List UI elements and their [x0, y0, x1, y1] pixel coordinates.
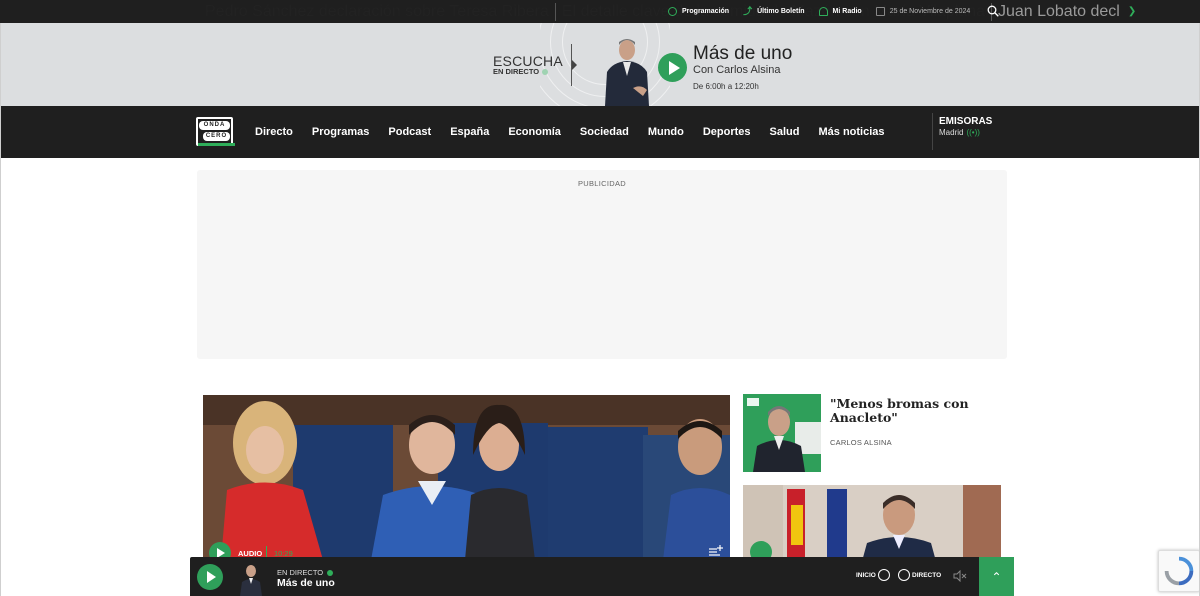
logo-underline	[198, 143, 235, 146]
player-directo-button[interactable]: DIRECTO	[898, 569, 941, 581]
host-photo	[605, 39, 649, 106]
ad-slot: PUBLICIDAD	[197, 170, 1007, 359]
emisoras-city[interactable]: Madrid ((•))	[939, 128, 980, 137]
live-program-title[interactable]: Más de uno	[693, 43, 792, 65]
expand-player-icon[interactable]: ⌃	[979, 557, 1014, 596]
ad-label: PUBLICIDAD	[577, 179, 626, 188]
nav-item-podcast[interactable]: Podcast	[388, 126, 431, 138]
logo-onda-icon: ONDA	[199, 121, 230, 130]
onda-cero-logo[interactable]: ONDA CERO	[196, 117, 235, 146]
live-dot-icon	[542, 68, 549, 75]
side-article-author[interactable]: CARLOS ALSINA	[830, 438, 892, 447]
nav-item-mas-noticias[interactable]: Más noticias	[819, 126, 885, 138]
page-border	[0, 23, 1, 596]
player-play-button[interactable]	[197, 564, 223, 590]
search-icon[interactable]	[987, 5, 999, 17]
add-to-playlist-icon[interactable]	[708, 544, 724, 557]
live-program-schedule: De 6:00h a 12:20h	[693, 82, 759, 91]
ultimo-boletin-label: Último Boletín	[757, 8, 805, 15]
nav-item-espana[interactable]: España	[450, 126, 489, 138]
signal-icon: ⤴	[743, 6, 753, 16]
player-inicio-button[interactable]: INICIO	[856, 569, 890, 581]
calendar-icon	[875, 7, 885, 16]
programacion-link[interactable]: Programación	[668, 7, 729, 16]
live-dot-icon	[327, 569, 334, 576]
live-program-host: Con Carlos Alsina	[693, 64, 781, 76]
nav-item-deportes[interactable]: Deportes	[703, 126, 751, 138]
pointer-icon	[572, 60, 577, 70]
logo-cero-icon: CERO	[203, 132, 230, 141]
headphones-icon	[818, 7, 828, 16]
emisoras-label[interactable]: EMISORAS	[939, 116, 992, 127]
nav-item-economia[interactable]: Economía	[508, 126, 561, 138]
nav-divider	[932, 113, 933, 150]
en-directo-text: EN DIRECTO	[493, 67, 540, 76]
player-program-title[interactable]: Más de uno	[277, 577, 335, 589]
emisoras-city-label: Madrid	[939, 128, 964, 137]
nav-item-salud[interactable]: Salud	[770, 126, 800, 138]
nav-item-programas[interactable]: Programas	[312, 126, 369, 138]
nav-item-directo[interactable]: Directo	[255, 126, 293, 138]
nav-menu: Directo Programas Podcast España Economí…	[255, 106, 885, 158]
date-display: 25 de Noviembre de 2024	[875, 7, 971, 16]
side-article-image[interactable]	[743, 394, 821, 472]
ticker-next-icon[interactable]: ❯	[1128, 6, 1136, 17]
programacion-label: Programación	[682, 8, 730, 15]
mi-radio-label: Mi Radio	[832, 8, 862, 15]
side-article-title[interactable]: "Menos bromas con Anacleto"	[830, 397, 1000, 425]
nav-item-mundo[interactable]: Mundo	[648, 126, 684, 138]
ticker-item[interactable]: Juan Lobato decl	[992, 3, 1126, 21]
player-host-thumbnail	[240, 565, 262, 596]
clock-icon	[668, 7, 677, 16]
player-live-text: EN DIRECTO	[277, 568, 324, 577]
player-inicio-label: INICIO	[856, 571, 876, 579]
side-article-image-2[interactable]	[743, 485, 1001, 565]
en-directo-label: EN DIRECTO	[493, 67, 549, 76]
restart-icon	[877, 569, 890, 581]
ticker-item[interactable]: Pedro Sánchez declaración sobre Teresa R…	[205, 2, 556, 21]
top-links: Programación ⤴ Último Boletín Mi Radio 2…	[668, 0, 970, 23]
ultimo-boletin-link[interactable]: ⤴ Último Boletín	[743, 7, 804, 16]
mute-icon[interactable]	[953, 570, 967, 582]
live-play-button[interactable]	[658, 53, 687, 82]
hero-image[interactable]	[203, 395, 730, 560]
date-label: 25 de Noviembre de 2024	[889, 8, 971, 15]
live-return-icon	[898, 569, 910, 581]
recaptcha-icon	[1164, 556, 1194, 586]
recaptcha-badge[interactable]	[1158, 550, 1200, 592]
mi-radio-link[interactable]: Mi Radio	[818, 7, 862, 16]
player-directo-label: DIRECTO	[912, 571, 942, 579]
player-live-label: EN DIRECTO	[277, 568, 334, 577]
nav-item-sociedad[interactable]: Sociedad	[580, 126, 629, 138]
broadcast-icon: ((•))	[966, 128, 980, 137]
